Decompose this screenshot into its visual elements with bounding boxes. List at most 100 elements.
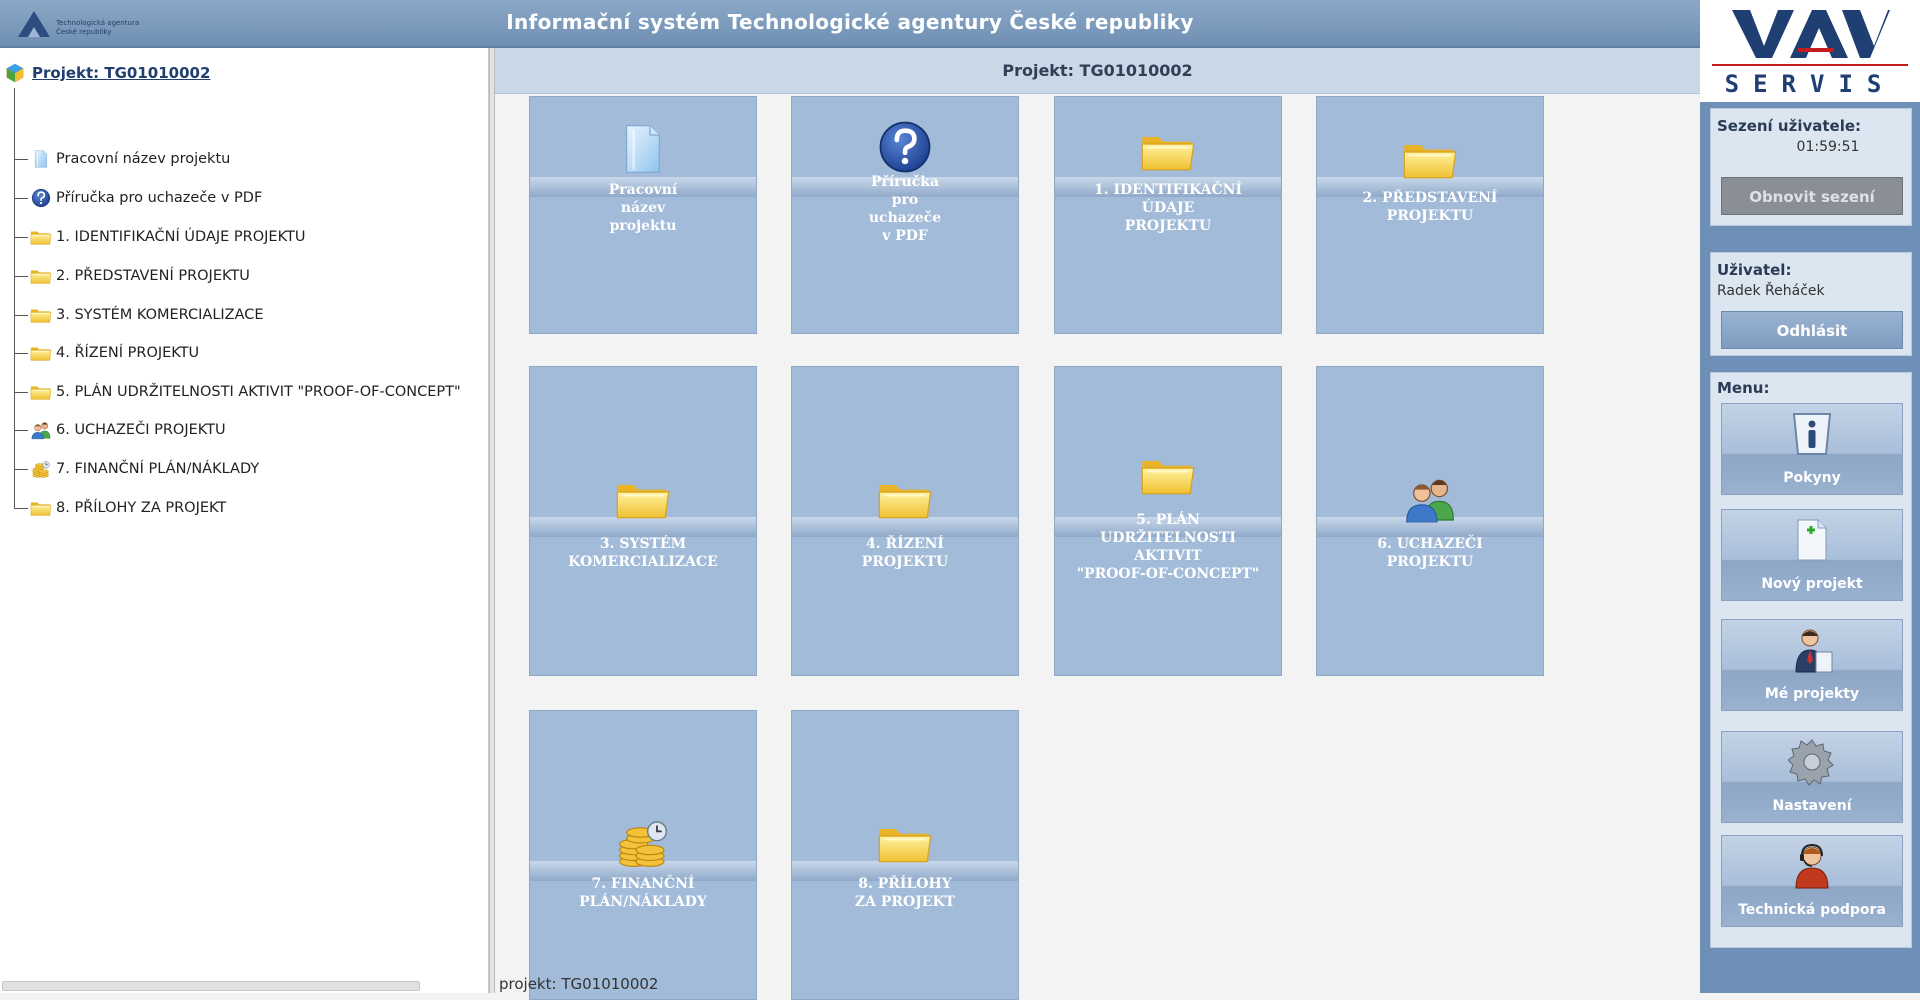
- tree-item-label: Pracovní název projektu: [56, 151, 231, 167]
- session-panel: Sezení uživatele: 01:59:51 Obnovit sezen…: [1710, 108, 1912, 226]
- refresh-session-button[interactable]: Obnovit sezení: [1721, 177, 1903, 215]
- document-icon: [615, 121, 671, 177]
- menu-item-label: Nový projekt: [1761, 576, 1863, 592]
- folder-icon: [1140, 123, 1196, 179]
- folder-icon: [1402, 131, 1458, 187]
- tile-section-7[interactable]: 7. FINANČNÍ PLÁN/NÁKLADY: [529, 710, 757, 1000]
- menu-item-label: Mé projekty: [1764, 686, 1860, 702]
- session-title: Sezení uživatele:: [1717, 117, 1862, 135]
- tree-item-label: 6. UCHAZEČI PROJEKTU: [56, 422, 226, 438]
- tile-label: 8. PŘÍLOHY ZA PROJEKT: [854, 876, 956, 910]
- tile-handbook-pdf[interactable]: Příručka pro uchazeče v PDF: [791, 96, 1019, 334]
- tree-item-section-7[interactable]: 7. FINANČNÍ PLÁN/NÁKLADY: [14, 458, 259, 480]
- right-sidebar: SERVIS Sezení uživatele: 01:59:51 Obnovi…: [1700, 0, 1920, 993]
- folder-icon: [30, 343, 52, 363]
- tile-section-6[interactable]: 6. UCHAZEČI PROJEKTU: [1316, 366, 1544, 676]
- info-icon: [1788, 410, 1836, 458]
- menu-tech-support-button[interactable]: Technická podpora: [1721, 835, 1903, 927]
- folder-icon: [615, 471, 671, 527]
- tile-section-2[interactable]: 2. PŘEDSTAVENÍ PROJEKTU: [1316, 96, 1544, 334]
- tree-item-section-2[interactable]: 2. PŘEDSTAVENÍ PROJEKTU: [14, 265, 250, 287]
- support-icon: [1788, 842, 1836, 890]
- main-header-title: Projekt: TG01010002: [495, 48, 1700, 94]
- tree-root-project-link[interactable]: Projekt: TG01010002: [4, 62, 210, 84]
- project-cube-icon: [4, 62, 26, 84]
- app-title: Informační systém Technologické agentury…: [506, 10, 1194, 34]
- servis-text: SERVIS: [1724, 70, 1896, 98]
- tree-item-section-5[interactable]: 5. PLÁN UDRŽITELNOSTI AKTIVIT "PROOF-OF-…: [14, 381, 461, 403]
- tile-label: 6. UCHAZEČI PROJEKTU: [1377, 536, 1483, 570]
- logo-divider: [1712, 64, 1908, 66]
- folder-icon: [877, 471, 933, 527]
- menu-settings-button[interactable]: Nastavení: [1721, 731, 1903, 823]
- tile-working-title[interactable]: Pracovní název projektu: [529, 96, 757, 334]
- folder-icon: [30, 227, 52, 247]
- menu-new-project-button[interactable]: Nový projekt: [1721, 509, 1903, 601]
- tree-item-label: 3. SYSTÉM KOMERCIALIZACE: [56, 307, 264, 323]
- menu-title: Menu:: [1717, 379, 1770, 397]
- person-icon: [1788, 626, 1836, 674]
- session-timer: 01:59:51: [1796, 139, 1860, 155]
- users-icon: [1402, 471, 1458, 527]
- help-icon: [877, 119, 933, 175]
- tile-label: 7. FINANČNÍ PLÁN/NÁKLADY: [579, 876, 707, 910]
- project-tree: Projekt: TG01010002 Pracovní název proje…: [0, 48, 489, 993]
- tile-label: Příručka pro uchazeče v PDF: [868, 174, 942, 244]
- folder-icon: [30, 498, 52, 518]
- tree-item-label: 1. IDENTIFIKAČNÍ ÚDAJE PROJEKTU: [56, 229, 306, 245]
- folder-icon: [877, 815, 933, 871]
- menu-instructions-button[interactable]: Pokyny: [1721, 403, 1903, 495]
- folder-icon: [1140, 447, 1196, 503]
- tile-section-4[interactable]: 4. ŘÍZENÍ PROJEKTU: [791, 366, 1019, 676]
- vav-servis-logo[interactable]: SERVIS: [1700, 0, 1920, 102]
- new-document-icon: [1788, 516, 1836, 564]
- coins-icon: [30, 459, 52, 479]
- tree-item-label: 2. PŘEDSTAVENÍ PROJEKTU: [56, 268, 250, 284]
- tree-item-section-1[interactable]: 1. IDENTIFIKAČNÍ ÚDAJE PROJEKTU: [14, 226, 305, 248]
- coins-icon: [615, 815, 671, 871]
- tile-label: 2. PŘEDSTAVENÍ PROJEKTU: [1362, 190, 1498, 224]
- tile-section-8[interactable]: 8. PŘÍLOHY ZA PROJEKT: [791, 710, 1019, 1000]
- menu-item-label: Technická podpora: [1738, 902, 1886, 918]
- tree-item-section-3[interactable]: 3. SYSTÉM KOMERCIALIZACE: [14, 304, 264, 326]
- tile-section-3[interactable]: 3. SYSTÉM KOMERCIALIZACE: [529, 366, 757, 676]
- user-name: Radek Řeháček: [1717, 283, 1825, 299]
- tile-label: Pracovní název projektu: [608, 182, 678, 234]
- folder-icon: [30, 305, 52, 325]
- tile-label: 3. SYSTÉM KOMERCIALIZACE: [568, 536, 718, 570]
- tree-item-label: 7. FINANČNÍ PLÁN/NÁKLADY: [56, 461, 260, 477]
- tile-label: 4. ŘÍZENÍ PROJEKTU: [861, 536, 949, 570]
- tile-section-1[interactable]: 1. IDENTIFIKAČNÍ ÚDAJE PROJEKTU: [1054, 96, 1282, 334]
- tree-item-label: 4. ŘÍZENÍ PROJEKTU: [56, 345, 200, 361]
- tree-item-label: 5. PLÁN UDRŽITELNOSTI AKTIVIT "PROOF-OF-…: [56, 384, 461, 400]
- status-bar-text: projekt: TG01010002: [499, 975, 659, 993]
- tree-item-section-6[interactable]: 6. UCHAZEČI PROJEKTU: [14, 419, 226, 441]
- top-header: Technologická agentura České republiky I…: [0, 0, 1700, 48]
- tree-horizontal-scrollbar[interactable]: [2, 981, 420, 991]
- gear-icon: [1788, 738, 1836, 786]
- user-panel: Uživatel: Radek Řeháček Odhlásit: [1710, 252, 1912, 356]
- tree-item-handbook-pdf[interactable]: Příručka pro uchazeče v PDF: [14, 187, 262, 209]
- vav-logo-icon: [1732, 10, 1890, 58]
- tree-item-section-4[interactable]: 4. ŘÍZENÍ PROJEKTU: [14, 342, 199, 364]
- tree-item-working-title[interactable]: Pracovní název projektu: [14, 148, 230, 170]
- users-icon: [30, 420, 52, 440]
- help-icon: [30, 188, 52, 208]
- logout-button[interactable]: Odhlásit: [1721, 311, 1903, 349]
- tree-item-label: 8. PŘÍLOHY ZA PROJEKT: [56, 500, 227, 516]
- main-content: Projekt: TG01010002 Pracovní název proje…: [495, 48, 1700, 1000]
- menu-item-label: Nastavení: [1772, 798, 1852, 814]
- tree-item-section-8[interactable]: 8. PŘÍLOHY ZA PROJEKT: [14, 497, 226, 519]
- user-title: Uživatel:: [1717, 261, 1792, 279]
- tile-section-5[interactable]: 5. PLÁN UDRŽITELNOSTI AKTIVIT "PROOF-OF-…: [1054, 366, 1282, 676]
- menu-my-projects-button[interactable]: Mé projekty: [1721, 619, 1903, 711]
- document-icon: [30, 149, 52, 169]
- tile-label: 1. IDENTIFIKAČNÍ ÚDAJE PROJEKTU: [1093, 182, 1243, 234]
- menu-item-label: Pokyny: [1783, 470, 1841, 486]
- tree-item-label: Příručka pro uchazeče v PDF: [56, 190, 263, 206]
- folder-icon: [30, 382, 52, 402]
- tree-root-label: Projekt: TG01010002: [32, 64, 211, 82]
- folder-icon: [30, 266, 52, 286]
- tile-label: 5. PLÁN UDRŽITELNOSTI AKTIVIT "PROOF-OF-…: [1076, 512, 1260, 582]
- menu-panel: Menu: Pokyny Nový projekt Mé projekty Na…: [1710, 372, 1912, 948]
